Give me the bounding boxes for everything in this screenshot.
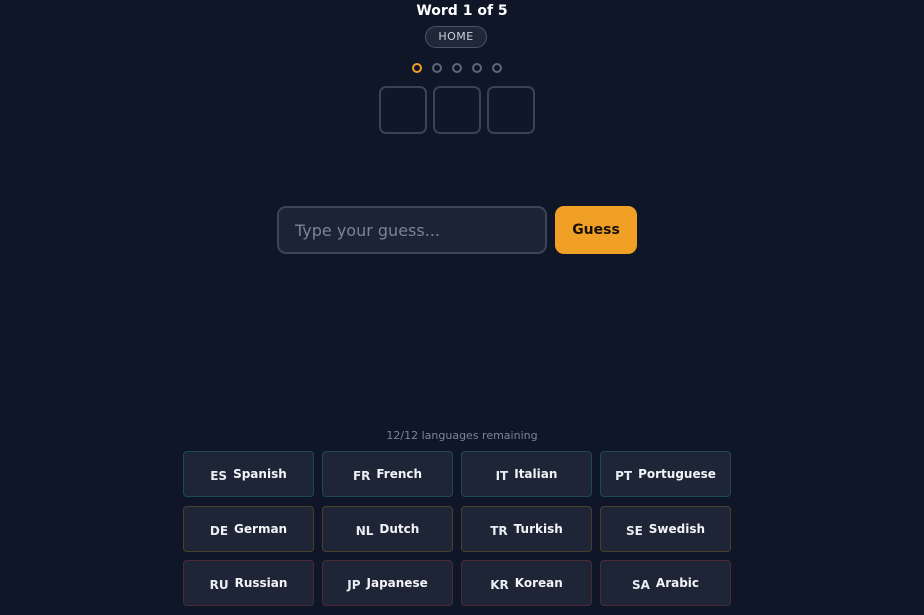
language-code: SE bbox=[625, 524, 643, 538]
progress-dot-5 bbox=[492, 63, 502, 73]
language-code: RU bbox=[209, 578, 229, 592]
languages-remaining: 12/12 languages remaining bbox=[386, 429, 538, 442]
language-name: Turkish bbox=[513, 522, 563, 536]
language-grid: ES Spanish FR French IT Italian PT Portu… bbox=[183, 451, 731, 607]
language-code: FR bbox=[352, 469, 371, 483]
language-code: DE bbox=[209, 524, 229, 538]
language-button-korean[interactable]: KR Korean bbox=[461, 560, 592, 606]
language-code: IT bbox=[495, 469, 509, 483]
language-name: Spanish bbox=[233, 467, 287, 481]
language-code: SA bbox=[631, 578, 650, 592]
guess-button[interactable]: Guess bbox=[555, 206, 637, 254]
language-button-dutch[interactable]: NL Dutch bbox=[322, 506, 453, 552]
language-button-japanese[interactable]: JP Japanese bbox=[322, 560, 453, 606]
progress-dot-3 bbox=[452, 63, 462, 73]
letter-slot bbox=[433, 86, 481, 134]
language-code: JP bbox=[347, 578, 361, 592]
progress-dots bbox=[412, 63, 512, 75]
letter-slot bbox=[379, 86, 427, 134]
language-code: KR bbox=[490, 578, 509, 592]
letter-slots bbox=[379, 86, 539, 134]
page-title: Word 1 of 5 bbox=[416, 3, 508, 19]
language-name: Portuguese bbox=[638, 467, 716, 481]
language-button-portuguese[interactable]: PT Portuguese bbox=[600, 451, 731, 497]
language-code: ES bbox=[210, 469, 228, 483]
language-name: Russian bbox=[234, 576, 288, 590]
language-name: Korean bbox=[514, 576, 563, 590]
language-name: Japanese bbox=[366, 576, 428, 590]
language-name: French bbox=[376, 467, 423, 481]
language-button-swedish[interactable]: SE Swedish bbox=[600, 506, 731, 552]
language-name: Dutch bbox=[379, 522, 420, 536]
progress-dot-1 bbox=[412, 63, 422, 73]
language-button-russian[interactable]: RU Russian bbox=[183, 560, 314, 606]
language-button-arabic[interactable]: SA Arabic bbox=[600, 560, 731, 606]
language-code: TR bbox=[490, 524, 508, 538]
language-name: Arabic bbox=[655, 576, 700, 590]
language-button-french[interactable]: FR French bbox=[322, 451, 453, 497]
guess-input[interactable] bbox=[277, 206, 547, 254]
home-button[interactable]: HOME bbox=[425, 26, 487, 48]
language-button-german[interactable]: DE German bbox=[183, 506, 314, 552]
language-button-italian[interactable]: IT Italian bbox=[461, 451, 592, 497]
letter-slot bbox=[487, 86, 535, 134]
language-name: Italian bbox=[514, 467, 558, 481]
game-page: Word 1 of 5 HOME Guess 12/12 languages r… bbox=[0, 0, 924, 615]
language-code: NL bbox=[355, 524, 374, 538]
progress-dot-2 bbox=[432, 63, 442, 73]
language-name: German bbox=[234, 522, 288, 536]
progress-dot-4 bbox=[472, 63, 482, 73]
language-button-turkish[interactable]: TR Turkish bbox=[461, 506, 592, 552]
language-name: Swedish bbox=[648, 522, 706, 536]
language-button-spanish[interactable]: ES Spanish bbox=[183, 451, 314, 497]
language-code: PT bbox=[615, 469, 633, 483]
